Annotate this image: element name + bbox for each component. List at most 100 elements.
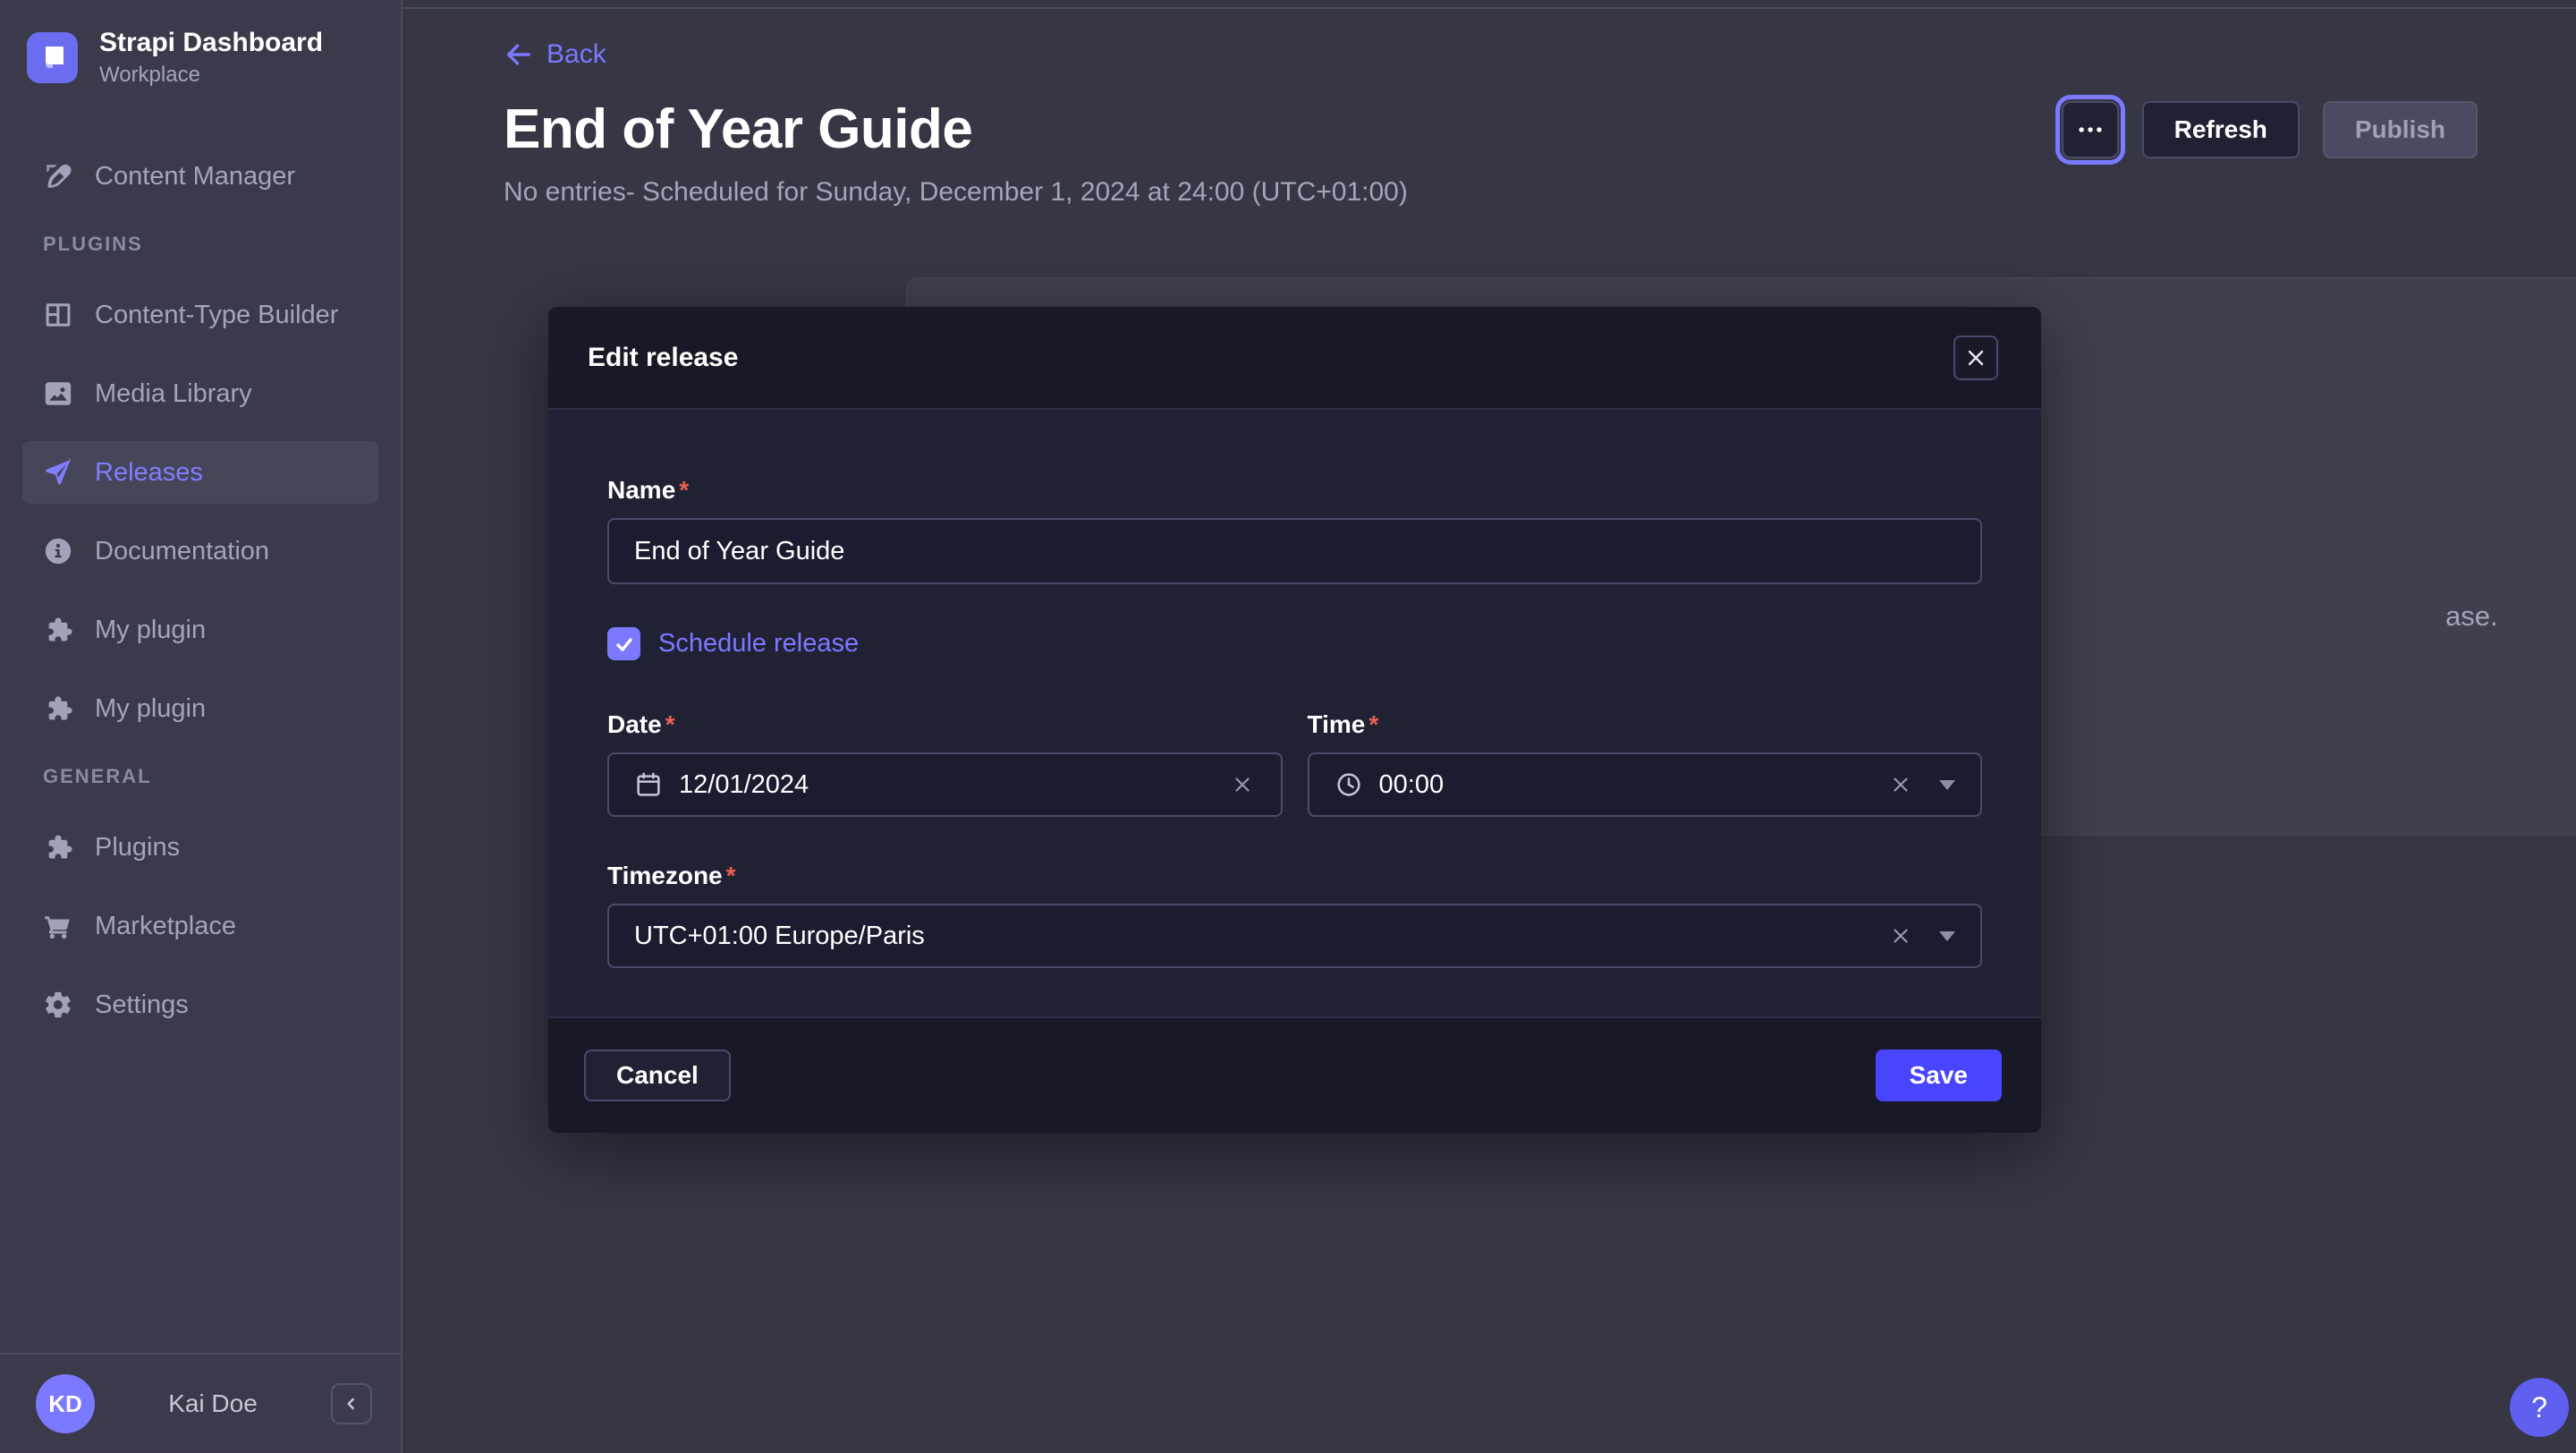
sidebar-footer: KD Kai Doe	[0, 1353, 401, 1453]
time-value: 00:00	[1379, 770, 1445, 800]
sidebar-section-plugins: PLUGINS	[43, 233, 401, 256]
edit-release-modal: Edit release Name* End of Year Guide Sch…	[548, 307, 2041, 1133]
back-label: Back	[547, 39, 606, 70]
sidebar-item-label: Media Library	[95, 379, 252, 409]
gear-icon	[43, 990, 73, 1020]
caret-down-icon[interactable]	[1939, 931, 1955, 941]
info-circle-icon	[43, 536, 73, 566]
sidebar-item-settings[interactable]: Settings	[22, 973, 378, 1036]
puzzle-icon	[43, 832, 73, 862]
feather-icon	[43, 161, 73, 191]
header-actions: Refresh Publish	[2062, 101, 2478, 158]
sidebar-item-my-plugin-1[interactable]: My plugin	[22, 599, 378, 661]
cart-icon	[43, 911, 73, 941]
sidebar-item-releases[interactable]: Releases	[22, 441, 378, 504]
clear-icon	[1889, 924, 1912, 947]
name-label: Name*	[607, 476, 1982, 506]
sidebar-item-label: Plugins	[95, 833, 180, 862]
timezone-clear-button[interactable]	[1887, 922, 1914, 949]
sidebar-item-marketplace[interactable]: Marketplace	[22, 895, 378, 957]
help-button[interactable]: ?	[2510, 1378, 2569, 1437]
calendar-icon	[634, 770, 663, 799]
clock-icon	[1335, 770, 1363, 799]
timezone-field-group: Timezone* UTC+01:00 Europe/Paris	[607, 862, 1982, 968]
save-button[interactable]: Save	[1876, 1049, 2002, 1101]
sidebar-item-media-library[interactable]: Media Library	[22, 362, 378, 425]
date-clear-button[interactable]	[1229, 771, 1256, 798]
sidebar-item-label: Releases	[95, 458, 203, 488]
time-field[interactable]: 00:00	[1308, 752, 1983, 817]
close-icon	[1965, 347, 1987, 369]
workspace-info: Strapi Dashboard Workplace	[99, 27, 323, 88]
sidebar-item-label: Settings	[95, 990, 189, 1020]
refresh-button[interactable]: Refresh	[2142, 101, 2300, 158]
date-value: 12/01/2024	[679, 770, 809, 800]
strapi-logo-icon	[27, 32, 78, 83]
name-value: End of Year Guide	[634, 537, 844, 566]
modal-close-button[interactable]	[1953, 336, 1998, 380]
required-asterisk: *	[679, 476, 689, 506]
required-asterisk: *	[726, 862, 736, 892]
sidebar-nav: Content Manager PLUGINS Content-Type Bui…	[0, 145, 401, 1052]
schedule-checkbox[interactable]	[607, 627, 640, 660]
back-link[interactable]: Back	[504, 39, 606, 70]
sidebar-collapse-button[interactable]	[331, 1383, 372, 1424]
ellipsis-icon	[2075, 115, 2106, 145]
timezone-value: UTC+01:00 Europe/Paris	[634, 922, 925, 951]
sidebar-item-label: My plugin	[95, 694, 206, 724]
sidebar-item-label: Content-Type Builder	[95, 301, 338, 330]
schedule-release-checkbox-row[interactable]: Schedule release	[607, 627, 1982, 660]
timezone-field[interactable]: UTC+01:00 Europe/Paris	[607, 904, 1982, 968]
timezone-label: Timezone*	[607, 862, 1982, 892]
image-icon	[43, 378, 73, 409]
sidebar-item-documentation[interactable]: Documentation	[22, 520, 378, 582]
sidebar-item-label: Content Manager	[95, 162, 295, 191]
clear-icon	[1889, 773, 1912, 796]
time-field-group: Time* 00:00	[1308, 710, 1983, 817]
arrow-left-icon	[504, 39, 534, 70]
modal-footer: Cancel Save	[548, 1016, 2041, 1133]
modal-title: Edit release	[588, 343, 738, 373]
date-field-group: Date* 12/01/2024	[607, 710, 1283, 817]
schedule-checkbox-label: Schedule release	[658, 629, 859, 659]
clear-icon	[1231, 773, 1254, 796]
required-asterisk: *	[665, 710, 675, 741]
puzzle-icon	[43, 693, 73, 724]
name-field[interactable]: End of Year Guide	[607, 518, 1982, 584]
cancel-button[interactable]: Cancel	[584, 1049, 731, 1101]
time-label: Time*	[1308, 710, 1983, 741]
time-clear-button[interactable]	[1887, 771, 1914, 798]
more-actions-button[interactable]	[2062, 101, 2119, 158]
page-header: Back End of Year Guide Refresh Publish N…	[504, 39, 2478, 208]
workspace-switcher[interactable]: Strapi Dashboard Workplace	[0, 0, 401, 88]
avatar[interactable]: KD	[36, 1374, 95, 1433]
question-mark-icon: ?	[2531, 1391, 2547, 1424]
empty-state-text-fragment: ase.	[2445, 600, 2498, 633]
date-field[interactable]: 12/01/2024	[607, 752, 1283, 817]
sidebar-item-label: Marketplace	[95, 912, 236, 941]
page-subtitle: No entries- Scheduled for Sunday, Decemb…	[504, 177, 2478, 208]
user-name: Kai Doe	[95, 1389, 331, 1418]
sidebar-item-content-manager[interactable]: Content Manager	[22, 145, 378, 208]
modal-body: Name* End of Year Guide Schedule release…	[548, 410, 2041, 1016]
date-label: Date*	[607, 710, 1283, 741]
sidebar-item-label: My plugin	[95, 616, 206, 645]
modal-header: Edit release	[548, 307, 2041, 410]
caret-down-icon[interactable]	[1939, 780, 1955, 790]
sidebar-item-my-plugin-2[interactable]: My plugin	[22, 677, 378, 740]
layout-icon	[43, 300, 73, 330]
sidebar-section-general: GENERAL	[43, 765, 401, 788]
check-icon	[614, 633, 635, 655]
chevron-left-icon	[343, 1395, 360, 1413]
sidebar: Strapi Dashboard Workplace Content Manag…	[0, 0, 402, 1453]
app-title: Strapi Dashboard	[99, 27, 323, 59]
workspace-name: Workplace	[99, 63, 323, 88]
page-title: End of Year Guide	[504, 98, 972, 161]
sidebar-item-content-type-builder[interactable]: Content-Type Builder	[22, 284, 378, 346]
required-asterisk: *	[1368, 710, 1378, 741]
puzzle-icon	[43, 615, 73, 645]
publish-button[interactable]: Publish	[2323, 101, 2478, 158]
paper-plane-icon	[43, 457, 73, 488]
sidebar-item-plugins[interactable]: Plugins	[22, 816, 378, 879]
sidebar-item-label: Documentation	[95, 537, 269, 566]
